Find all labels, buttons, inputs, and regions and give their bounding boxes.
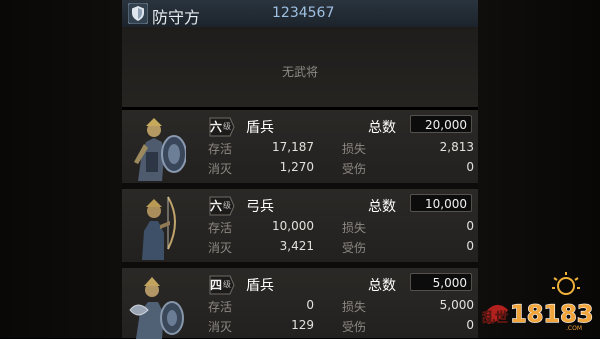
survive-value: 17,187: [272, 140, 314, 154]
injured-label: 受伤: [342, 320, 367, 334]
total-value: 5,000: [410, 273, 472, 291]
tier-suffix: 级: [223, 122, 231, 131]
svg-text:乱世: 乱世: [482, 310, 508, 326]
total-label: 总数: [368, 199, 396, 215]
survive-value: 0: [306, 298, 314, 312]
total-value: 20,000: [410, 115, 472, 133]
survive-label: 存活: [208, 142, 233, 156]
tier-number: 四: [210, 278, 223, 292]
injured-value: 0: [466, 160, 474, 174]
shield-soldier-portrait: [134, 118, 186, 181]
loss-label: 损失: [342, 142, 367, 156]
survive-label: 存活: [208, 221, 233, 235]
kill-value: 3,421: [279, 239, 314, 253]
total-value: 10,000: [410, 194, 472, 212]
injured-label: 受伤: [342, 162, 367, 176]
tier-number: 六: [210, 199, 223, 213]
svg-text:.COM: .COM: [566, 325, 582, 332]
tier-suffix: 级: [223, 280, 231, 289]
loss-label: 损失: [342, 221, 367, 235]
unit-card: 六 级 弓兵 总数 10,000 存活 10,000 损失 0 消灭 3,421…: [122, 189, 478, 262]
site-watermark-logo: 乱世 18183 .COM: [482, 272, 594, 332]
total-label: 总数: [368, 278, 396, 294]
defender-header: 防守方 1234567: [122, 0, 478, 28]
unit-name: 盾兵: [246, 120, 274, 136]
shield-soldier-portrait: [129, 277, 184, 339]
survive-label: 存活: [208, 300, 233, 314]
tier-number: 六: [210, 120, 223, 134]
player-id: 1234567: [272, 5, 335, 21]
loss-value: 2,813: [439, 140, 474, 154]
unit-card: 六 级 盾兵 总数 20,000 存活 17,187 损失 2,813 消灭 1…: [122, 110, 478, 183]
kill-label: 消灭: [208, 241, 233, 255]
svg-text:18183: 18183: [510, 300, 594, 328]
unit-name: 弓兵: [246, 199, 274, 215]
unit-name: 盾兵: [246, 278, 274, 294]
injured-value: 0: [466, 239, 474, 253]
loss-value: 5,000: [439, 298, 474, 312]
kill-value: 129: [291, 318, 314, 332]
page-title: 防守方: [152, 8, 201, 27]
injured-value: 0: [466, 318, 474, 332]
total-label: 总数: [368, 120, 396, 136]
left-background: [0, 0, 122, 338]
shield-icon: [128, 3, 148, 24]
kill-value: 1,270: [279, 160, 314, 174]
survive-value: 10,000: [272, 219, 314, 233]
general-panel: 无武将: [122, 27, 478, 107]
unit-card: 四 级 盾兵 总数 5,000 存活 0 损失 5,000 消灭 129 受伤 …: [122, 268, 478, 339]
sun-icon: [552, 272, 580, 295]
kill-label: 消灭: [208, 320, 233, 334]
injured-label: 受伤: [342, 241, 367, 255]
loss-value: 0: [466, 219, 474, 233]
tier-suffix: 级: [223, 201, 231, 210]
kill-label: 消灭: [208, 162, 233, 176]
loss-label: 损失: [342, 300, 367, 314]
no-general-text: 无武将: [281, 65, 318, 79]
archer-portrait: [142, 196, 176, 260]
